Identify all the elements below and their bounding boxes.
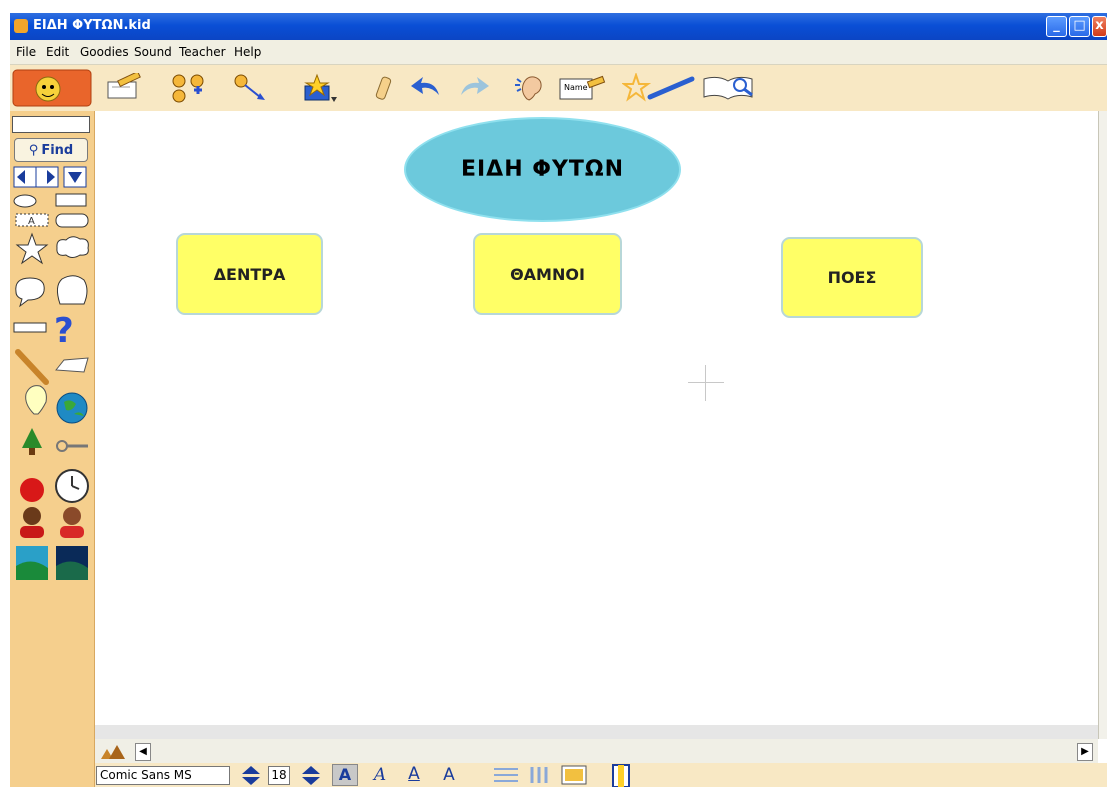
night-landscape-icon[interactable] (56, 546, 88, 580)
tree-icon[interactable] (22, 428, 42, 448)
menu-sound[interactable]: Sound (134, 45, 172, 59)
color-swatch-icon[interactable] (610, 764, 632, 787)
cloud-shape-icon[interactable] (56, 236, 89, 258)
close-button[interactable]: x (1092, 16, 1107, 37)
scroll-left-arrow[interactable]: ◀ (135, 743, 151, 761)
menu-file[interactable]: File (16, 45, 36, 59)
helper-face-icon[interactable] (12, 69, 92, 107)
main-topic-label: ΕΙΔΗ ΦΥΤΩΝ (460, 157, 625, 182)
font-name-field[interactable]: Comic Sans MS (96, 766, 230, 785)
name-tag-icon[interactable]: Name (558, 73, 608, 103)
text-style-button[interactable]: A (438, 764, 460, 786)
menu-goodies[interactable]: Goodies (80, 45, 129, 59)
ellipse-shape-icon[interactable] (13, 194, 37, 208)
nav-arrows-icon[interactable] (13, 166, 87, 188)
speech-bubble-icon[interactable] (15, 277, 45, 308)
banner-shape-icon[interactable] (13, 322, 47, 333)
lightbulb-icon[interactable] (25, 385, 47, 415)
question-mark-icon[interactable]: ? (54, 311, 74, 351)
star-shape-icon[interactable] (15, 232, 49, 265)
undo-icon[interactable] (409, 73, 447, 103)
vertical-scrollbar[interactable] (1098, 111, 1107, 739)
italic-button[interactable]: A (370, 764, 390, 786)
menu-teacher[interactable]: Teacher (179, 45, 226, 59)
zoom-icon[interactable] (99, 741, 131, 761)
find-button[interactable]: ⚲ Find (14, 138, 88, 162)
boy-icon[interactable] (20, 507, 44, 538)
symbol-search-field[interactable] (12, 116, 90, 133)
crosshair-cursor (688, 382, 724, 383)
link-tool-icon[interactable] (232, 73, 270, 103)
window-title: ΕΙΔΗ ΦΥΤΩΝ.kid (33, 18, 151, 33)
subtopic-label: ΘΑΜΝΟΙ (510, 264, 585, 284)
title-bar: ΕΙΔΗ ΦΥΤΩΝ.kid _ □ x (10, 13, 1107, 40)
toolbar: Name (10, 65, 1107, 112)
minimize-icon: _ (1053, 18, 1060, 33)
pencil-icon[interactable] (15, 349, 49, 385)
app-icon (14, 19, 28, 33)
picture-icon[interactable] (560, 764, 590, 786)
size-stepper-icon[interactable] (300, 765, 322, 786)
menu-edit[interactable]: Edit (46, 45, 69, 59)
subtopic-node[interactable]: ΘΑΜΝΟΙ (473, 233, 622, 315)
scroll-right-arrow[interactable]: ▶ (1077, 743, 1093, 761)
redo-icon[interactable] (455, 73, 493, 103)
open-book-search-icon[interactable] (700, 73, 760, 103)
text-tool-label: A (28, 216, 35, 227)
subtopic-node[interactable]: ΔΕΝΤΡΑ (176, 233, 323, 315)
font-stepper-icon[interactable] (240, 765, 262, 786)
day-landscape-icon[interactable] (16, 546, 48, 580)
subtopic-label: ΠΟΕΣ (827, 268, 877, 287)
close-icon: x (1095, 18, 1104, 33)
svg-text:Name: Name (564, 83, 588, 92)
main-topic-node[interactable]: ΕΙΔΗ ΦΥΤΩΝ (404, 117, 681, 222)
canvas-bottom-strip (95, 725, 1098, 739)
subtopic-node[interactable]: ΠΟΕΣ (781, 237, 923, 318)
font-size-field[interactable]: 18 (268, 766, 290, 785)
subtopic-label: ΔΕΝΤΡΑ (213, 264, 286, 284)
symbol-grid: A ? (13, 166, 89, 580)
maximize-button[interactable]: □ (1069, 16, 1090, 37)
bold-button[interactable]: A (332, 764, 358, 786)
key-icon[interactable] (56, 440, 88, 452)
clock-icon[interactable] (55, 469, 89, 503)
minimize-button[interactable]: _ (1046, 16, 1067, 37)
crosshair-cursor (705, 365, 706, 401)
listen-ear-icon[interactable] (513, 73, 551, 103)
maximize-icon: □ (1073, 18, 1086, 33)
menu-bar: File Edit Goodies Sound Teacher Help (10, 40, 1107, 65)
find-label: Find (41, 142, 74, 158)
eraser-icon[interactable] (365, 73, 403, 103)
thought-bubble-icon[interactable] (56, 275, 88, 305)
horizontal-scrollbar[interactable]: ◀ ▶ (95, 739, 1098, 763)
magnifier-icon: ⚲ (28, 142, 39, 158)
add-node-icon[interactable] (170, 73, 208, 103)
columns-icon[interactable] (528, 765, 550, 785)
note-pencil-icon[interactable] (104, 73, 142, 103)
rectangle-shape-icon[interactable] (55, 193, 87, 207)
girl-icon[interactable] (60, 507, 84, 538)
book-icon[interactable] (55, 357, 89, 373)
underline-button[interactable]: A (404, 764, 424, 786)
align-icon[interactable] (492, 765, 520, 785)
apple-icon[interactable] (20, 478, 44, 502)
rounded-rect-icon[interactable] (55, 213, 89, 228)
goodies-box-icon[interactable] (299, 73, 337, 103)
magic-wand-icon[interactable] (622, 73, 702, 103)
menu-help[interactable]: Help (234, 45, 261, 59)
